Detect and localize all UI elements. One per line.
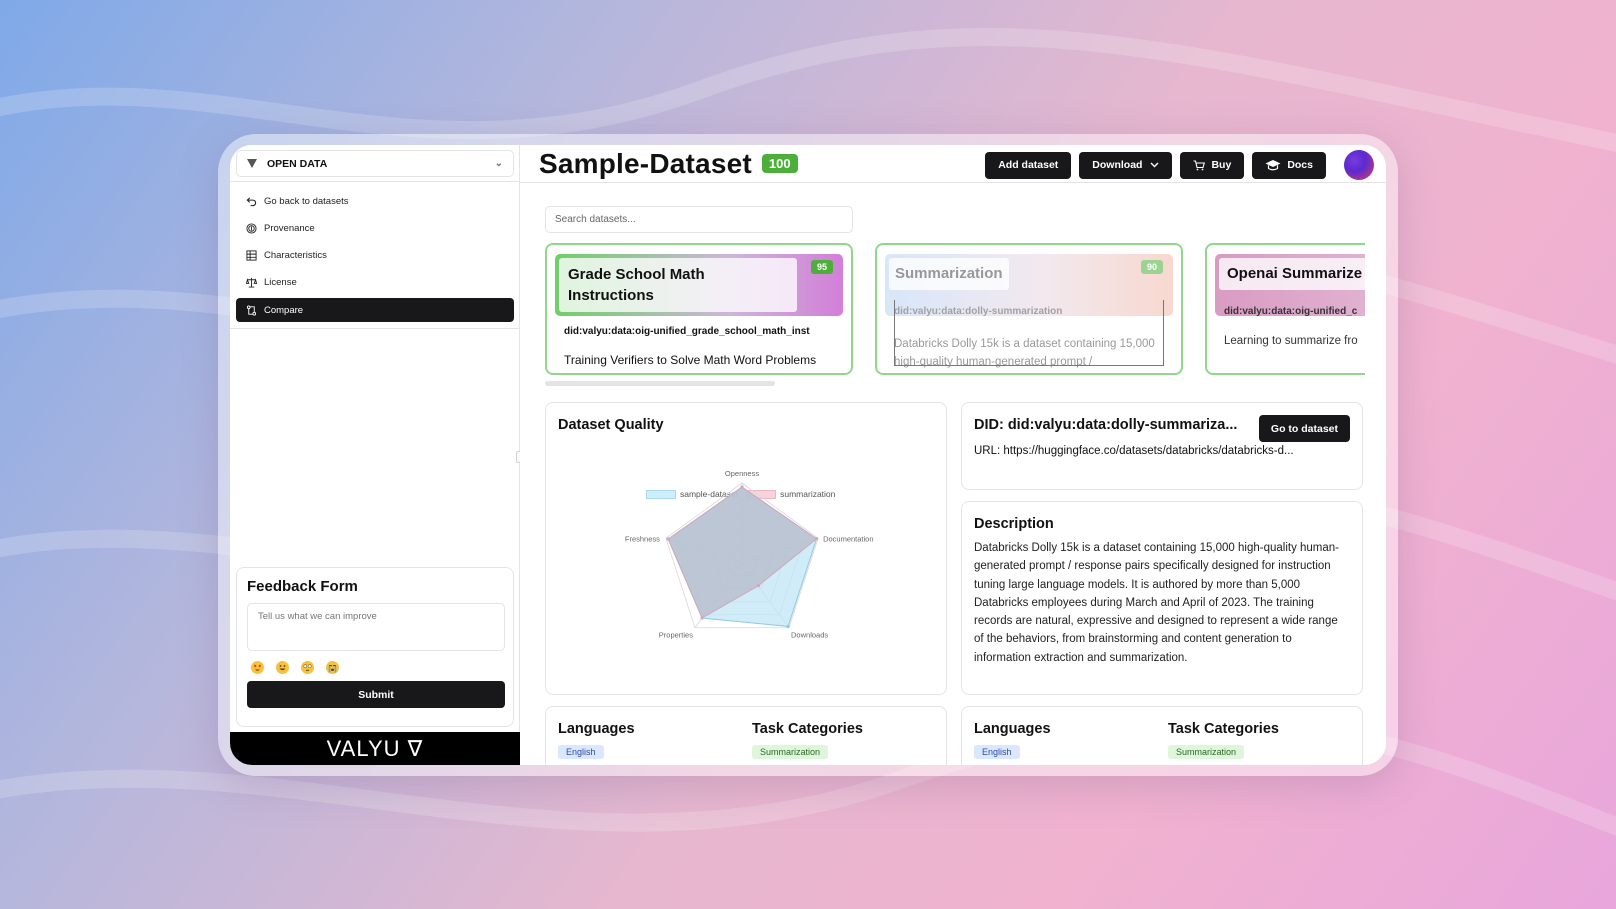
sidebar-item-label: Characteristics <box>264 250 327 262</box>
sidebar-item-compare[interactable]: Compare <box>236 298 514 323</box>
radar-axis-label: Properties <box>659 631 693 640</box>
task-chip: Summarization <box>752 745 829 759</box>
grinning-emoji-icon[interactable] <box>276 661 289 674</box>
crying-emoji-icon[interactable] <box>326 661 339 674</box>
go-to-dataset-button[interactable]: Go to dataset <box>1258 415 1350 442</box>
add-dataset-label: Add dataset <box>998 159 1059 171</box>
radar-axis-label: Freshness <box>625 534 660 543</box>
search-input[interactable]: Search datasets... <box>545 206 853 233</box>
card-description: Learning to summarize fro <box>1224 335 1358 347</box>
score-badge: 100 <box>761 154 798 173</box>
description-title: Description <box>974 516 1054 532</box>
scale-icon <box>245 277 257 289</box>
radar-chart: Openness Documentation Downloads Properties… <box>625 469 874 640</box>
description-panel: Description Databricks Dolly 15k is a da… <box>961 501 1363 695</box>
card-title: Openai Summarize <box>1219 258 1365 290</box>
radar-axis-label: Openness <box>725 469 759 478</box>
sidebar-item-label: Go back to datasets <box>264 195 349 207</box>
workspace-select[interactable]: OPEN DATA ⌄ <box>236 150 514 177</box>
header-actions: Add dataset Download Buy Docs <box>985 150 1374 180</box>
radar-point <box>786 624 790 629</box>
dataset-carousel: Grade School Math Instructions 95 did:va… <box>545 243 1365 375</box>
task-chip: Summarization <box>1168 745 1245 759</box>
card-did: did:valyu:data:oig-unified_c <box>1224 306 1358 317</box>
card-title: Summarization <box>889 258 1009 290</box>
chevron-down-icon: ⌄ <box>494 158 503 169</box>
page-title: Sample-Dataset <box>539 147 752 179</box>
feedback-textarea[interactable]: Tell us what we can improve <box>247 603 505 651</box>
compare-icon <box>245 304 257 316</box>
feedback-title: Feedback Form <box>247 578 358 595</box>
buy-label: Buy <box>1211 159 1232 171</box>
back-arrow-icon <box>245 195 257 207</box>
app-window: OPEN DATA ⌄ Go back to datasets Provenan… <box>230 145 1386 765</box>
card-score-badge: 90 <box>1140 260 1163 274</box>
add-dataset-button[interactable]: Add dataset <box>985 151 1072 179</box>
emoji-rating <box>251 661 503 674</box>
main-content: Search datasets... Grade School Math Ins… <box>520 184 1386 765</box>
triangle-logo-icon <box>247 159 257 168</box>
download-label: Download <box>1092 159 1143 171</box>
detail-did: DID: did:valyu:data:dolly-summariza... <box>974 417 1238 433</box>
page-header: Sample-Dataset 100 Add dataset Download … <box>520 145 1386 183</box>
radar-axis-label: Documentation <box>823 534 873 543</box>
language-chip: English <box>558 745 604 759</box>
description-text: Databricks Dolly 15k is a dataset contai… <box>974 542 1340 664</box>
sidebar-item-provenance[interactable]: Provenance <box>236 216 514 240</box>
radar-axis-label: Downloads <box>791 631 828 640</box>
card-did: did:valyu:data:oig-unified_grade_school_… <box>564 326 810 337</box>
sidebar-item-characteristics[interactable]: Characteristics <box>236 244 514 268</box>
languages-panel: Languages Task Categories English Summar… <box>545 706 947 765</box>
submit-button[interactable]: Submit <box>247 681 505 708</box>
task-categories-title: Task Categories <box>752 721 863 737</box>
sidebar-item-label: Compare <box>264 304 304 316</box>
sidebar-item-license[interactable]: License <box>236 271 514 295</box>
feedback-form: Feedback Form Tell us what we can improv… <box>236 567 514 727</box>
docs-button[interactable]: Docs <box>1252 151 1326 179</box>
table-icon <box>245 250 257 262</box>
sidebar-item-label: License <box>264 277 297 289</box>
languages-title: Languages <box>558 721 635 737</box>
carousel-scrollbar[interactable] <box>545 381 775 386</box>
card-description: Training Verifiers to Solve Math Word Pr… <box>564 353 817 367</box>
languages-title: Languages <box>974 721 1051 737</box>
dataset-quality-panel: Dataset Quality sample-dataset summariza… <box>545 402 947 695</box>
fingerprint-icon <box>245 222 257 234</box>
card-score-badge: 95 <box>810 260 833 274</box>
divider <box>230 328 520 329</box>
card-hover-outline <box>894 300 1164 366</box>
docs-label: Docs <box>1287 159 1313 171</box>
cart-icon <box>1193 159 1206 171</box>
task-categories-title: Task Categories <box>1168 721 1279 737</box>
card-title: Grade School Math Instructions <box>559 258 797 312</box>
dataset-card[interactable]: Openai Summarize did:valyu:data:oig-unif… <box>1205 243 1365 375</box>
buy-button[interactable]: Buy <box>1180 151 1245 179</box>
sidebar-item-back[interactable]: Go back to datasets <box>236 189 514 213</box>
sidebar-item-label: Provenance <box>264 222 315 234</box>
divider <box>230 181 520 182</box>
language-chip: English <box>974 745 1020 759</box>
dataset-card[interactable]: Grade School Math Instructions 95 did:va… <box>545 243 853 375</box>
chevron-down-icon <box>1150 162 1159 168</box>
graduation-cap-icon <box>1265 159 1281 171</box>
card-banner: Grade School Math Instructions 95 <box>555 254 843 316</box>
dataset-card[interactable]: Summarization 90 did:valyu:data:dolly-su… <box>875 243 1183 375</box>
workspace-label: OPEN DATA <box>267 157 328 170</box>
sidebar: OPEN DATA ⌄ Go back to datasets Provenan… <box>230 145 523 765</box>
download-button[interactable]: Download <box>1079 151 1173 179</box>
languages-panel: Languages Task Categories English Summar… <box>961 706 1363 765</box>
star-struck-emoji-icon[interactable] <box>251 661 264 674</box>
detail-url[interactable]: URL: https://huggingface.co/datasets/dat… <box>974 445 1354 457</box>
avatar[interactable] <box>1344 150 1374 180</box>
brand-logo: VALYU ∇ <box>230 732 520 765</box>
sidebar-nav: Go back to datasets Provenance Character… <box>236 189 514 325</box>
dataset-detail-panel: DID: did:valyu:data:dolly-summariza... G… <box>961 402 1363 490</box>
flushed-emoji-icon[interactable] <box>301 661 314 674</box>
